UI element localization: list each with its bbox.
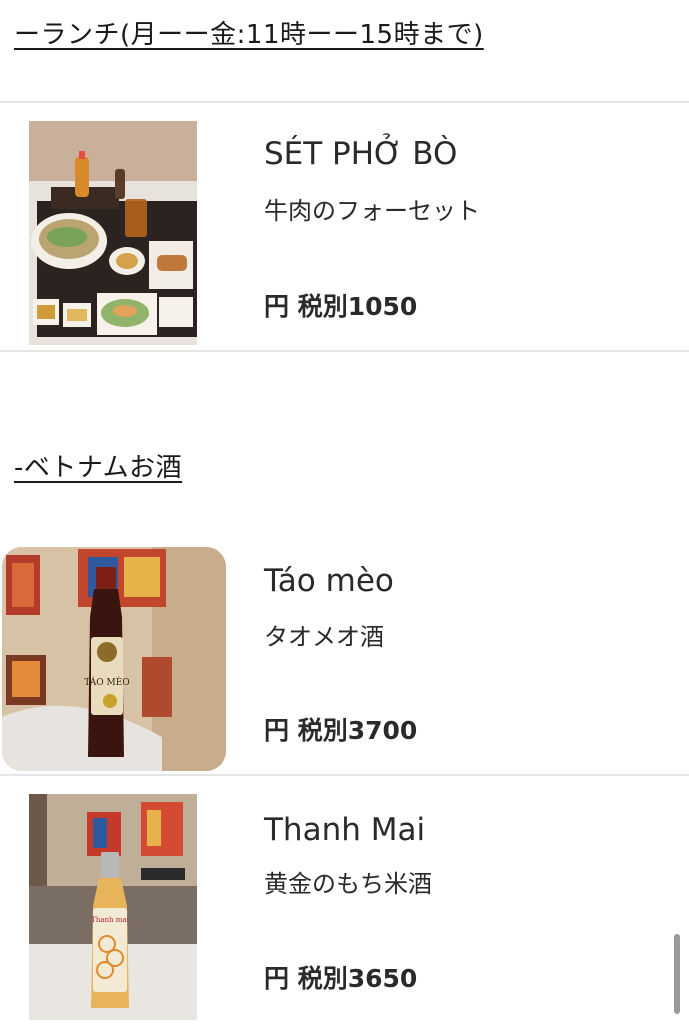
item-price: 円 税別3700: [264, 716, 418, 745]
svg-text:TÁO MÈO: TÁO MÈO: [84, 676, 129, 688]
scrollbar[interactable]: [674, 934, 680, 1014]
item-name: SÉT PHỞ BÒ: [264, 136, 458, 172]
item-subtitle: 牛肉のフォーセット: [264, 197, 480, 225]
item-name: Táo mèo: [264, 563, 394, 599]
menu-item-tao-meo[interactable]: TÁO MÈO Táo mèo タオメオ酒 円 税別3700: [0, 545, 689, 775]
svg-text:Thanh mai: Thanh mai: [91, 916, 129, 924]
item-subtitle: タオメオ酒: [264, 623, 384, 651]
thanh-mai-bottle-photo-icon[interactable]: Thanh mai: [29, 794, 197, 1020]
divider: [0, 350, 689, 352]
menu-item-pho-set[interactable]: SÉT PHỞ BÒ 牛肉のフォーセット 円 税別1050: [0, 103, 689, 351]
pho-set-photo-icon[interactable]: [29, 121, 197, 345]
section-heading-lunch[interactable]: ーランチ(月ーー金:11時ーー15時まで): [14, 14, 484, 51]
item-subtitle: 黄金のもち米酒: [264, 870, 432, 898]
item-price: 円 税別1050: [264, 292, 418, 321]
section-heading-vietnamese-liquor[interactable]: -ベトナムお酒: [14, 447, 182, 484]
item-price: 円 税別3650: [264, 964, 418, 993]
menu-item-thanh-mai[interactable]: Thanh mai Thanh Mai 黄金のもち米酒 円 税別3650: [0, 776, 689, 1024]
tao-meo-bottle-photo-icon[interactable]: TÁO MÈO: [2, 547, 226, 771]
item-name: Thanh Mai: [264, 812, 426, 848]
